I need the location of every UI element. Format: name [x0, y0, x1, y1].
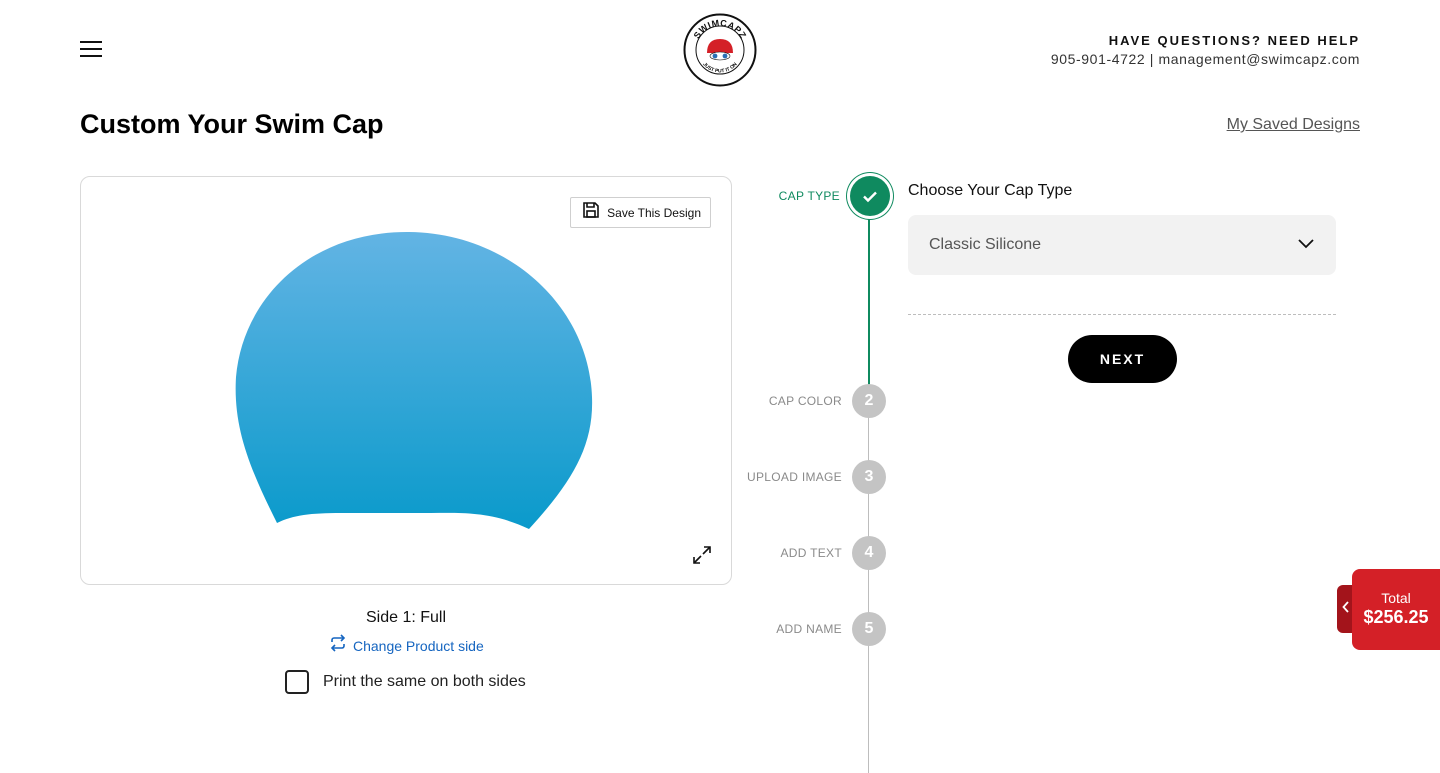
help-title: HAVE QUESTIONS? NEED HELP	[1108, 33, 1360, 48]
step-add-text[interactable]: ADD TEXT 4	[780, 536, 886, 570]
chevron-down-icon	[1298, 236, 1314, 254]
swap-arrows-icon	[329, 634, 347, 657]
save-design-label: Save This Design	[607, 205, 701, 220]
change-product-side-label: Change Product side	[353, 637, 484, 654]
step-cap-type[interactable]: CAP TYPE	[779, 176, 890, 216]
step-cap-color[interactable]: CAP COLOR 2	[769, 384, 886, 418]
step-number: 4	[852, 536, 886, 570]
change-product-side-button[interactable]: Change Product side	[329, 634, 484, 657]
step-number: 2	[852, 384, 886, 418]
help-contact-block: HAVE QUESTIONS? NEED HELP 905-901-4722 |…	[1051, 33, 1360, 67]
hamburger-menu-icon[interactable]	[80, 38, 104, 60]
swimcapz-logo[interactable]: SWIMCAPZ JUST PUT IT ON	[683, 13, 757, 87]
total-label: Total	[1381, 590, 1411, 606]
step-upload-image[interactable]: UPLOAD IMAGE 3	[747, 460, 886, 494]
step-label: CAP COLOR	[768, 394, 842, 408]
total-amount: $256.25	[1363, 607, 1429, 627]
total-price-box[interactable]: Total $256.25	[1352, 569, 1440, 650]
print-both-sides-option: Print the same on both sides	[285, 670, 526, 694]
checkmark-icon	[850, 176, 890, 216]
print-both-sides-checkbox[interactable]	[285, 670, 309, 694]
side-label: Side 1: Full	[365, 609, 447, 626]
help-contact-info[interactable]: 905-901-4722 | management@swimcapz.com	[1051, 51, 1360, 67]
step-number: 5	[852, 612, 886, 646]
next-button[interactable]: NEXT	[1068, 335, 1177, 383]
save-design-button[interactable]: Save This Design	[570, 197, 711, 228]
floppy-disk-icon	[581, 200, 601, 225]
step-label: ADD NAME	[776, 622, 842, 636]
step-label: UPLOAD IMAGE	[747, 470, 842, 484]
step-add-name[interactable]: ADD NAME 5	[776, 612, 886, 646]
step-label: ADD TEXT	[780, 546, 842, 560]
print-both-sides-label: Print the same on both sides	[323, 673, 526, 690]
divider	[908, 314, 1336, 315]
chevron-left-icon	[1342, 600, 1350, 618]
choose-cap-type-title: Choose Your Cap Type	[908, 182, 1073, 199]
cap-type-selected-value: Classic Silicone	[929, 236, 1042, 253]
expand-fullscreen-icon[interactable]	[691, 544, 713, 566]
step-label: CAP TYPE	[778, 189, 840, 203]
my-saved-designs-link[interactable]: My Saved Designs	[1227, 116, 1360, 134]
page-title: Custom Your Swim Cap	[80, 109, 384, 139]
progress-line-pending	[868, 386, 869, 773]
progress-line-completed	[868, 216, 870, 386]
swim-cap-image	[235, 231, 593, 529]
step-number: 3	[852, 460, 886, 494]
cap-preview-panel: Save This Design	[80, 176, 732, 585]
cap-type-select[interactable]: Classic Silicone	[908, 215, 1336, 275]
